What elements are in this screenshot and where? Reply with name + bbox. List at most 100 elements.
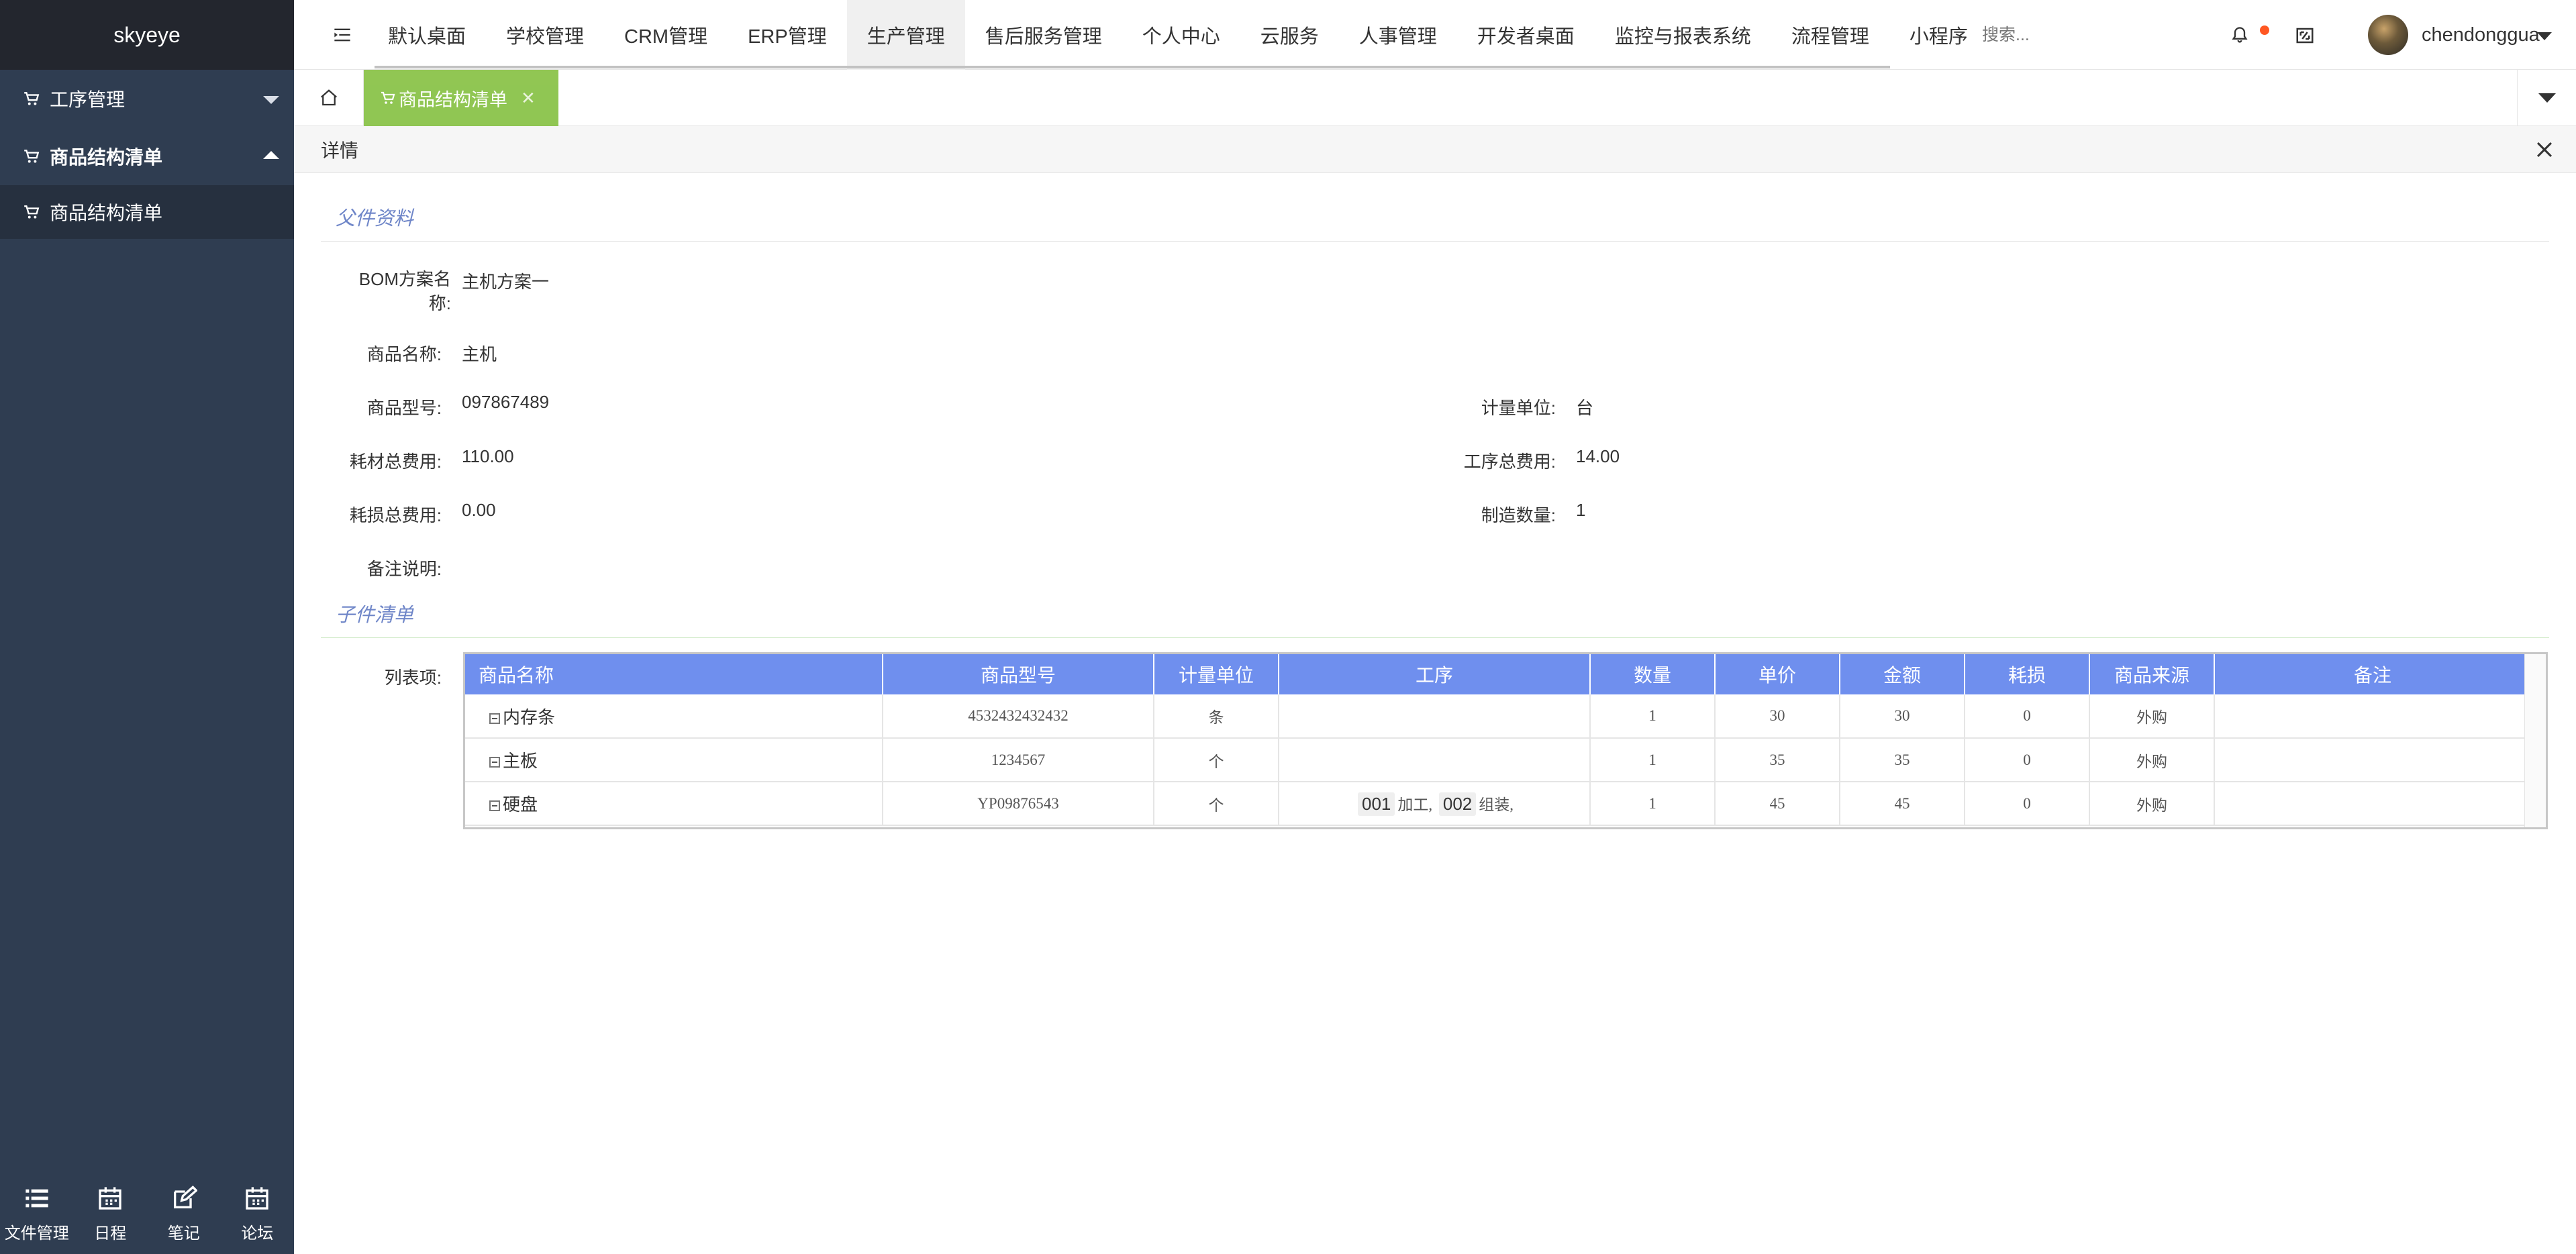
column-header[interactable]: 商品名称 [465, 654, 883, 694]
column-header[interactable]: 计量单位 [1154, 654, 1279, 694]
cell-unit: 个 [1154, 782, 1279, 826]
table-row[interactable]: 硬盘 YP09876543 个 001 加工, 002 组装, 1 45 45 0 … [465, 782, 2532, 826]
nav-item-erp[interactable]: ERP管理 [728, 0, 847, 70]
column-header[interactable]: 耗损 [1965, 654, 2090, 694]
nav-item-mini-program[interactable]: 小程序 [1889, 0, 1988, 70]
column-header[interactable]: 工序 [1279, 654, 1591, 694]
cart-icon [381, 91, 395, 104]
cell-text: 硬盘 [503, 794, 538, 815]
nav-item-cloud[interactable]: 云服务 [1240, 0, 1339, 70]
bottom-item-files[interactable]: 文件管理 [0, 1173, 74, 1254]
cell-process [1279, 694, 1591, 739]
product-name-label: 商品名称: [366, 344, 442, 364]
cell-model: 1234567 [883, 738, 1154, 782]
table-scrollbar[interactable] [2524, 654, 2546, 827]
nav-item-monitor-report[interactable]: 监控与报表系统 [1595, 0, 1771, 70]
cell-process: 001 加工, 002 组装, [1279, 782, 1591, 826]
collapse-icon[interactable] [489, 800, 500, 811]
chevron-down-icon [2538, 93, 2556, 103]
loss-fee-label: 耗损总费用: [349, 505, 442, 525]
sidebar-bottom-bar: 文件管理 日程 笔记 论坛 [0, 1173, 294, 1254]
bottom-item-schedule[interactable]: 日程 [74, 1173, 148, 1254]
tab-home[interactable] [294, 70, 364, 126]
table-row[interactable]: 主板 1234567 个 1 35 35 0 外购 [465, 738, 2532, 782]
quantity-value: 1 [1576, 500, 1586, 520]
bell-icon[interactable] [2230, 25, 2249, 44]
process-code: 002 [1438, 792, 1477, 816]
tab-more-dropdown[interactable] [2517, 70, 2576, 126]
nav-item-after-sales[interactable]: 售后服务管理 [965, 0, 1122, 70]
cart-icon [23, 148, 40, 165]
process-fee-value: 14.00 [1576, 446, 1620, 466]
column-header[interactable]: 备注 [2214, 654, 2532, 694]
fullscreen-icon[interactable] [2294, 25, 2316, 46]
bottom-item-notes[interactable]: 笔记 [147, 1173, 221, 1254]
nav-item-developer[interactable]: 开发者桌面 [1457, 0, 1595, 70]
list-items-label: 列表项: [384, 668, 442, 688]
column-header[interactable]: 金额 [1840, 654, 1965, 694]
cell-loss: 0 [1965, 738, 2090, 782]
avatar[interactable] [2368, 15, 2408, 55]
menu-toggle-icon[interactable] [333, 25, 352, 44]
column-header[interactable]: 商品来源 [2089, 654, 2215, 694]
remark-label: 备注说明: [366, 559, 442, 579]
username[interactable]: chendonggua [2422, 0, 2540, 70]
tab-label: 商品结构清单 [399, 89, 507, 110]
search-input[interactable] [1982, 0, 2116, 70]
product-model-label: 商品型号: [366, 398, 442, 418]
material-fee-label: 耗材总费用: [349, 452, 442, 472]
close-icon[interactable]: ✕ [521, 88, 536, 109]
table-row[interactable]: 内存条 4532432432432 条 1 30 30 0 外购 [465, 694, 2532, 739]
bottom-item-forum[interactable]: 论坛 [221, 1173, 295, 1254]
material-fee-value: 110.00 [462, 446, 514, 466]
quantity-label: 制造数量: [1481, 505, 1556, 525]
nav-item-workflow[interactable]: 流程管理 [1771, 0, 1889, 70]
close-icon[interactable] [2533, 138, 2556, 161]
sidebar-subitem-bom[interactable]: 商品结构清单 [0, 185, 294, 239]
cell-qty: 1 [1590, 738, 1716, 782]
nav-scroll-indicator[interactable] [375, 66, 1890, 68]
section-title-parent: 父件资料 [336, 208, 414, 229]
table-header-row: 商品名称 商品型号 计量单位 工序 数量 单价 金额 耗损 商品来源 备注 [465, 654, 2532, 694]
chevron-down-icon[interactable] [2537, 32, 2552, 40]
section-divider [321, 637, 2549, 638]
cell-loss: 0 [1965, 694, 2090, 739]
process-name: 组装, [1479, 796, 1514, 813]
cell-qty: 1 [1590, 782, 1716, 826]
process-fee-label: 工序总费用: [1463, 452, 1556, 472]
app-root: skyeye 工序管理 商品结构清单 商品结构清单 文件管理 日程 笔记 论坛 … [0, 0, 2576, 1254]
column-header[interactable]: 单价 [1715, 654, 1840, 694]
bom-name-label: BOM方案名 称: [336, 267, 451, 315]
tab-bar: 商品结构清单 ✕ [294, 70, 2576, 126]
collapse-icon[interactable] [489, 757, 500, 768]
nav-item-production[interactable]: 生产管理 [846, 0, 965, 70]
bottom-item-label: 笔记 [167, 1224, 200, 1243]
column-header[interactable]: 数量 [1590, 654, 1716, 694]
nav-item-personal-center[interactable]: 个人中心 [1122, 0, 1240, 70]
nav-item-crm[interactable]: CRM管理 [604, 0, 728, 70]
calendar-icon [99, 1186, 121, 1210]
chevron-up-icon [263, 151, 279, 159]
cell-source: 外购 [2089, 782, 2215, 826]
sidebar-item-process-management[interactable]: 工序管理 [0, 70, 294, 127]
unit-label: 计量单位: [1481, 398, 1556, 418]
children-table: 商品名称 商品型号 计量单位 工序 数量 单价 金额 耗损 商品来源 备注 内存… [463, 652, 2548, 829]
cell-product-name: 硬盘 [465, 782, 883, 826]
nav-item-school[interactable]: 学校管理 [486, 0, 604, 70]
cell-process [1279, 738, 1591, 782]
bom-name-value: 主机方案一 [462, 272, 550, 292]
collapse-icon[interactable] [489, 713, 500, 724]
sidebar-item-bom[interactable]: 商品结构清单 [0, 127, 294, 185]
nav-item-default-desktop[interactable]: 默认桌面 [368, 0, 486, 70]
home-icon [320, 89, 337, 106]
nav-item-hr[interactable]: 人事管理 [1339, 0, 1457, 70]
brand-logo[interactable]: skyeye [0, 0, 294, 70]
cell-remark [2214, 782, 2532, 826]
cell-qty: 1 [1590, 694, 1716, 739]
cell-model: 4532432432432 [883, 694, 1154, 739]
tab-bom[interactable]: 商品结构清单 ✕ [364, 70, 558, 126]
bottom-item-label: 论坛 [241, 1224, 274, 1243]
column-header[interactable]: 商品型号 [883, 654, 1154, 694]
cell-source: 外购 [2089, 694, 2215, 739]
product-name-value: 主机 [462, 344, 497, 364]
